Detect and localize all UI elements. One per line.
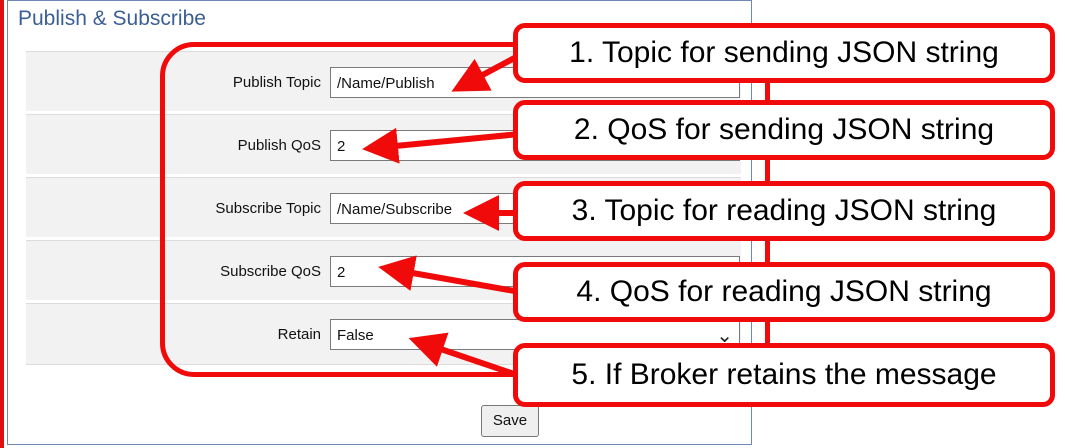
callout-publish-topic: 1. Topic for sending JSON string bbox=[513, 23, 1055, 83]
arrow-4 bbox=[378, 255, 521, 295]
arrow-1 bbox=[451, 52, 522, 92]
callout-subscribe-qos: 4. QoS for reading JSON string bbox=[513, 262, 1055, 322]
arrow-5 bbox=[408, 332, 521, 379]
arrow-2 bbox=[362, 127, 521, 164]
callout-retain: 5. If Broker retains the message bbox=[513, 343, 1055, 407]
callout-publish-qos: 2. QoS for sending JSON string bbox=[513, 100, 1055, 160]
callout-subscribe-topic: 3. Topic for reading JSON string bbox=[513, 181, 1055, 241]
